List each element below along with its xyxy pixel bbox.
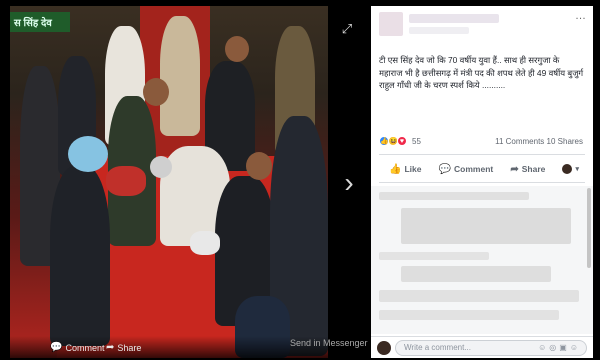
comment-placeholder: Write a comment... [404, 343, 471, 352]
comment-blurred [401, 208, 571, 244]
expand-icon[interactable]: ⤢ [340, 22, 354, 36]
love-reaction-icon: ♥ [397, 136, 407, 146]
shares-count[interactable]: 10 Shares [547, 137, 583, 146]
photo-viewer: स सिंह देव 💬 Comment ➦ Share Send in Mes… [0, 0, 600, 360]
post-text: टी एस सिंह देव जो कि 70 वर्षीय युवा हैं.… [379, 55, 584, 90]
more-options-icon[interactable]: … [575, 10, 586, 22]
user-avatar [377, 341, 391, 355]
person-head [225, 36, 249, 62]
comment-icon: 💬 [50, 342, 63, 353]
next-photo-arrow-icon[interactable]: › [340, 169, 358, 198]
photo-share-label: Share [117, 342, 142, 353]
comment-tools[interactable]: ☺◎▣☺ [538, 343, 581, 352]
comment-blurred [379, 252, 489, 260]
comment-blurred [401, 266, 551, 282]
write-comment-bar: Write a comment... ☺◎▣☺ [371, 336, 593, 358]
comments-list [371, 186, 593, 334]
comment-button[interactable]: 💬 Comment [439, 164, 494, 175]
divider [379, 154, 585, 155]
divider [379, 182, 585, 183]
send-in-messenger-button[interactable]: Send in Messenger [290, 338, 368, 348]
banner-text: स सिंह देव [14, 18, 52, 29]
photo-comment-label: Comment [65, 342, 105, 353]
share-icon: ➦ [106, 342, 115, 353]
comment-blurred [379, 290, 579, 302]
person-head [68, 136, 108, 172]
comment-input[interactable]: Write a comment... ☺◎▣☺ [395, 340, 587, 356]
photo-share-button[interactable]: ➦ Share [106, 342, 141, 353]
share-label: Share [521, 164, 546, 174]
person-head [143, 78, 169, 106]
person-head [150, 156, 172, 178]
photo-action-bar: 💬 Comment ➦ Share [10, 336, 328, 358]
comment-label: Comment [454, 164, 494, 174]
post-photo[interactable]: स सिंह देव 💬 Comment ➦ Share [10, 6, 328, 358]
thumbs-up-icon: 👍 [389, 163, 402, 175]
like-button[interactable]: 👍 Like [389, 164, 421, 175]
post-stats: 11 Comments 10 Shares [495, 137, 583, 146]
reactions-count: 55 [412, 136, 421, 146]
person-head [246, 152, 272, 180]
person-figure [50, 166, 110, 346]
comments-count[interactable]: 11 Comments [495, 137, 544, 146]
author-avatar[interactable] [379, 12, 403, 36]
comment-blurred [379, 192, 529, 200]
post-action-bar: 👍 Like 💬 Comment ➦ Share ▾ [379, 158, 585, 180]
post-panel: … टी एस सिंह देव जो कि 70 वर्षीय युवा है… [371, 6, 593, 358]
comment-icon: 💬 [438, 163, 452, 175]
profile-switch-button[interactable]: ▾ [562, 164, 579, 174]
author-name-blurred[interactable] [409, 14, 499, 23]
share-icon: ➦ [510, 163, 519, 175]
comment-blurred [379, 310, 559, 320]
photo-comment-button[interactable]: 💬 Comment [50, 342, 104, 353]
photo-banner: स सिंह देव [10, 12, 70, 32]
flower-bouquet [190, 231, 220, 255]
post-timestamp-blurred [409, 27, 469, 34]
reactions-summary[interactable]: 👍 😆 ♥ 55 [379, 136, 421, 146]
comments-scrollbar[interactable] [587, 188, 591, 268]
flower-bouquet [106, 166, 146, 196]
person-figure [160, 16, 200, 136]
like-label: Like [404, 164, 422, 174]
profile-avatar-icon [562, 164, 573, 174]
share-button[interactable]: ➦ Share [510, 164, 545, 175]
chevron-down-icon: ▾ [575, 166, 579, 173]
